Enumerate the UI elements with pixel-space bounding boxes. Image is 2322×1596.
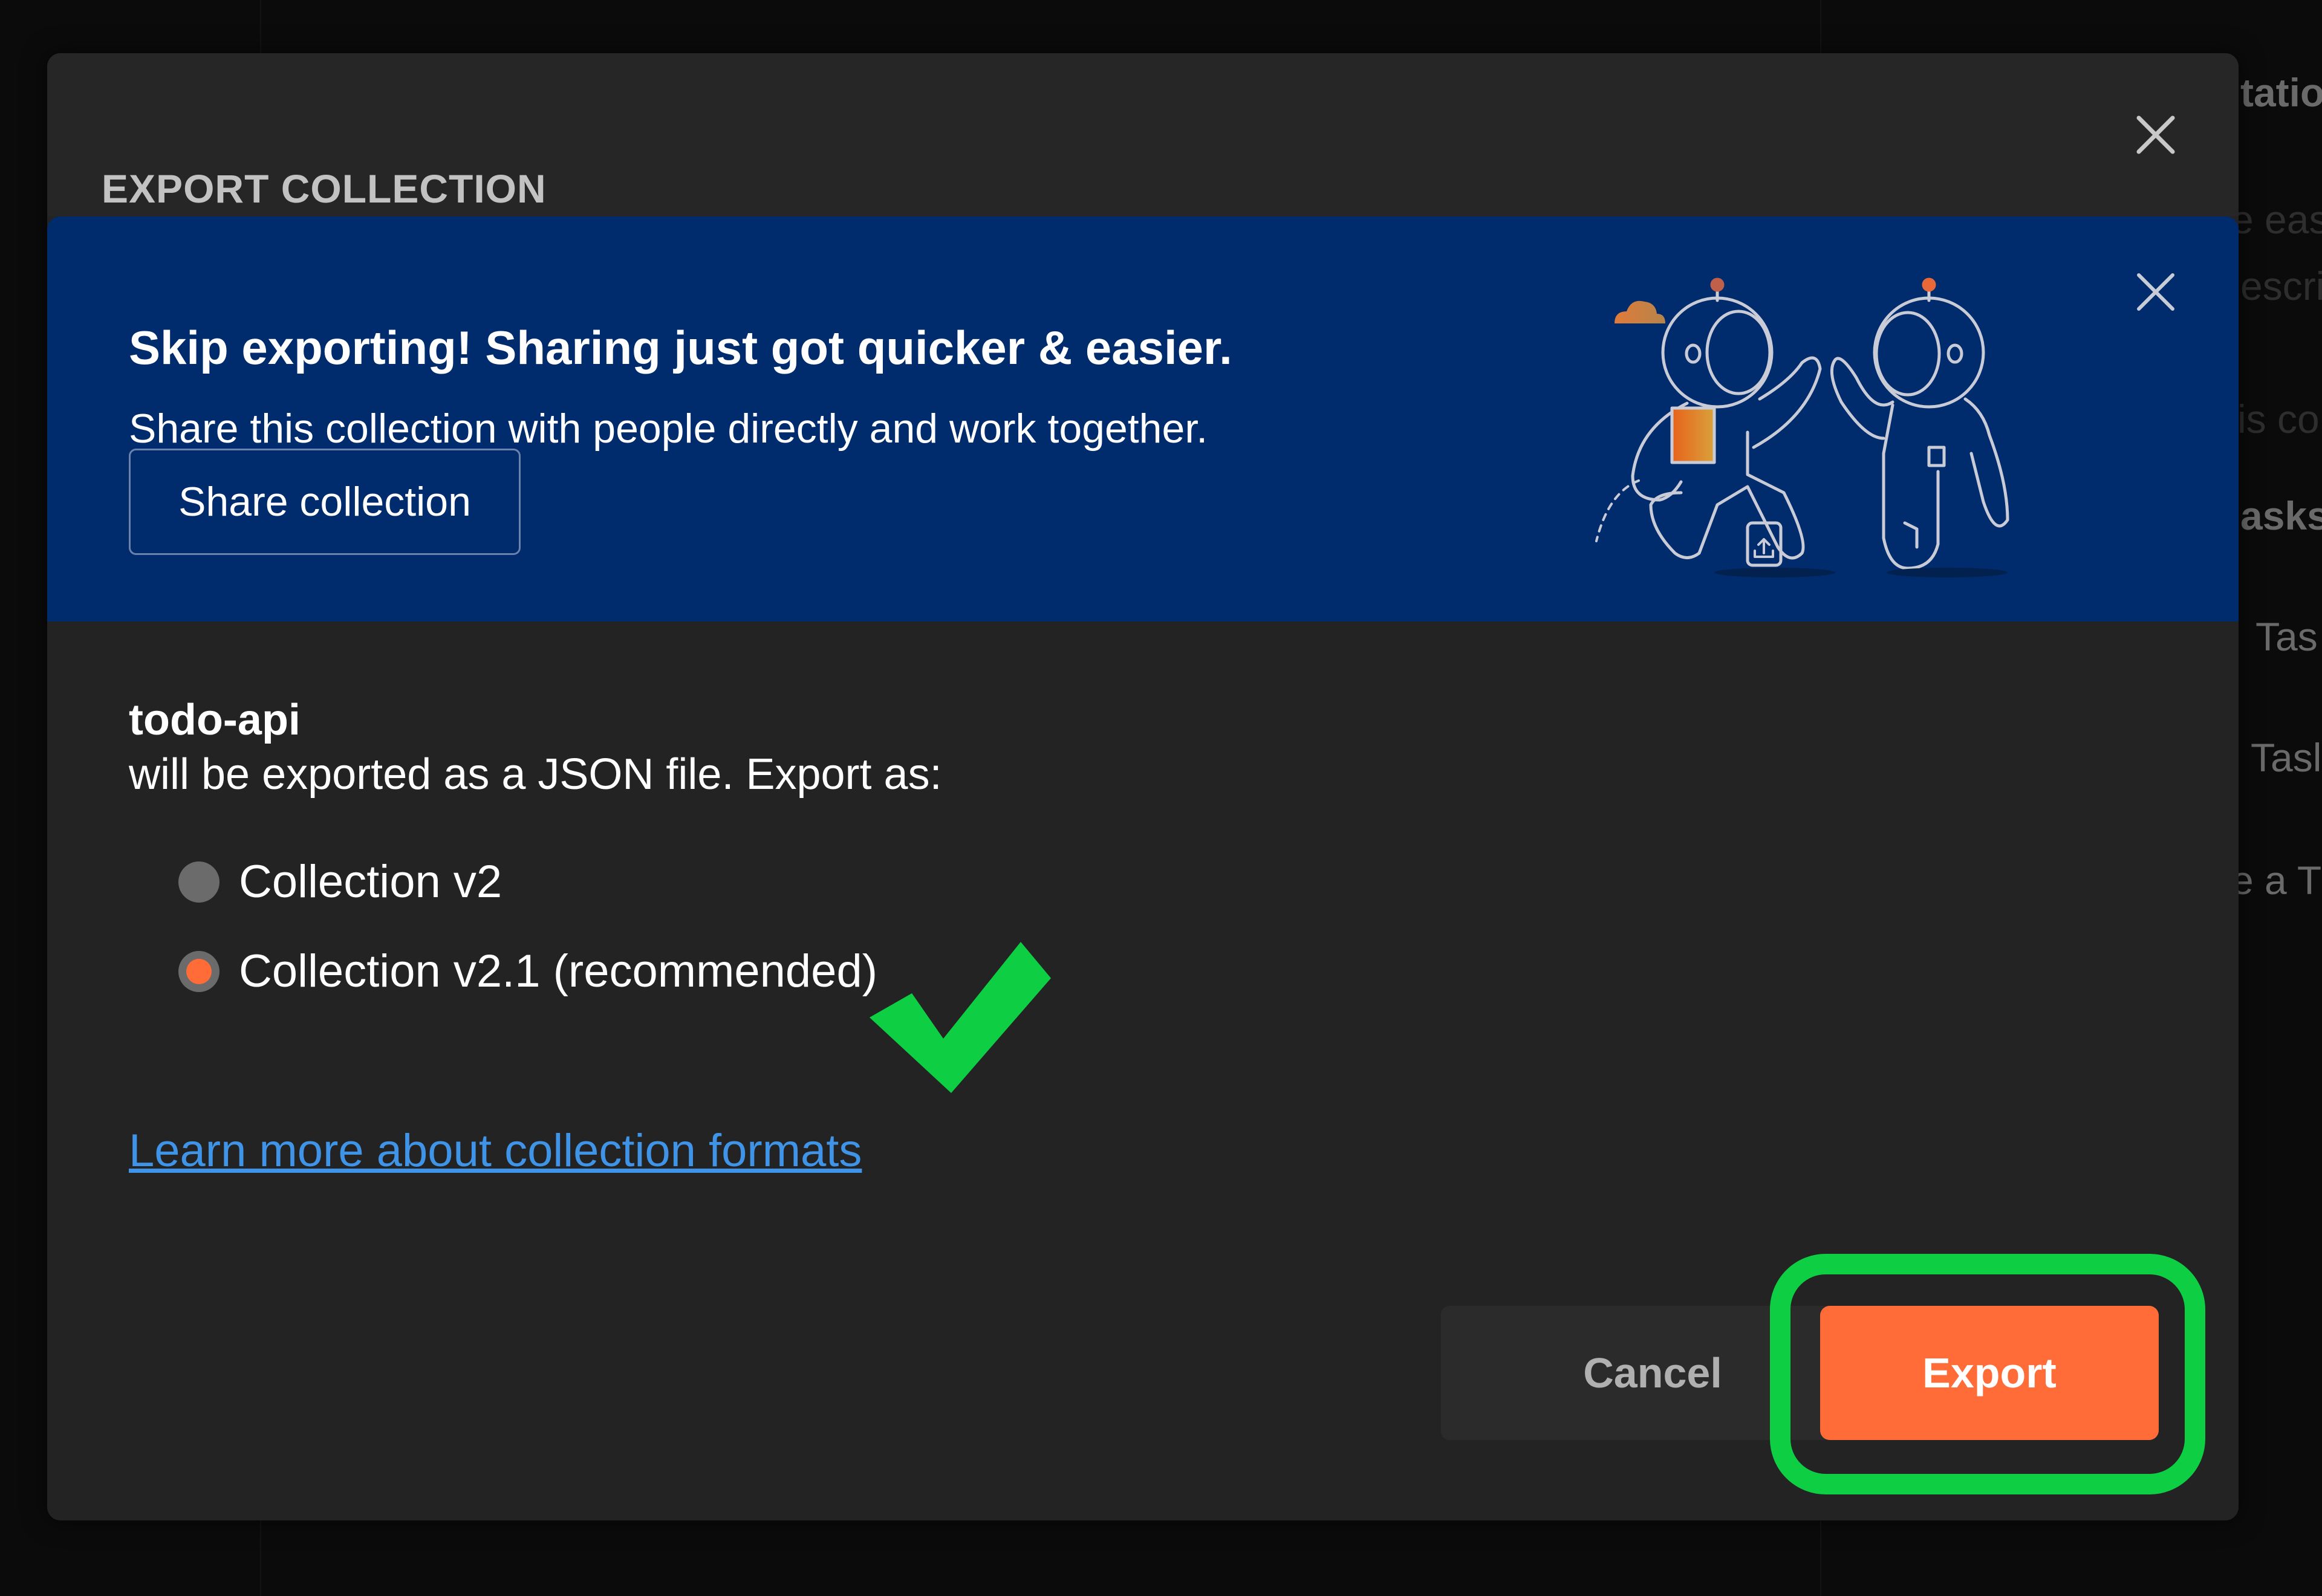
share-collection-button[interactable]: Share collection — [129, 449, 521, 555]
banner-subtitle: Share this collection with people direct… — [129, 406, 1208, 452]
export-collection-modal: EXPORT COLLECTION Skip exporting! Sharin… — [47, 53, 2239, 1520]
background-text: tatio — [2240, 70, 2322, 115]
radio-option-v2[interactable]: Collection v2 — [129, 855, 502, 908]
close-icon — [2137, 273, 2174, 311]
background-text: Tas — [2255, 614, 2318, 659]
background-text: e eas — [2231, 197, 2322, 242]
radio-label: Collection v2 — [239, 856, 502, 907]
background-text: escri — [2240, 264, 2322, 308]
modal-header: EXPORT COLLECTION — [47, 53, 2239, 216]
banner-title: Skip exporting! Sharing just got quicker… — [129, 321, 1232, 374]
export-description: will be exported as a JSON file. Export … — [129, 750, 942, 799]
background-text: Tasl — [2251, 735, 2322, 780]
background-text: is co — [2237, 397, 2320, 441]
radio-button[interactable] — [178, 861, 220, 903]
cancel-button[interactable]: Cancel — [1441, 1306, 1864, 1440]
learn-more-link[interactable]: Learn more about collection formats — [129, 1124, 862, 1177]
share-promo-banner: Skip exporting! Sharing just got quicker… — [47, 216, 2239, 621]
radio-button-selected[interactable] — [178, 950, 220, 992]
export-button[interactable]: Export — [1820, 1306, 2159, 1440]
cloud-icon — [1615, 300, 1665, 323]
close-modal-button[interactable] — [2132, 111, 2180, 159]
radio-option-v2-1[interactable]: Collection v2.1 (recommended) — [129, 945, 877, 997]
background-text: asks — [2240, 493, 2322, 538]
collection-name: todo-api — [129, 696, 301, 744]
close-icon — [2136, 115, 2175, 154]
radio-label: Collection v2.1 (recommended) — [239, 946, 878, 997]
close-banner-button[interactable] — [2132, 268, 2180, 316]
modal-title: EXPORT COLLECTION — [102, 166, 547, 211]
background-text: e a T — [2231, 858, 2322, 903]
astronauts-illustration — [1595, 277, 2009, 577]
green-checkmark-icon — [870, 942, 1051, 1093]
